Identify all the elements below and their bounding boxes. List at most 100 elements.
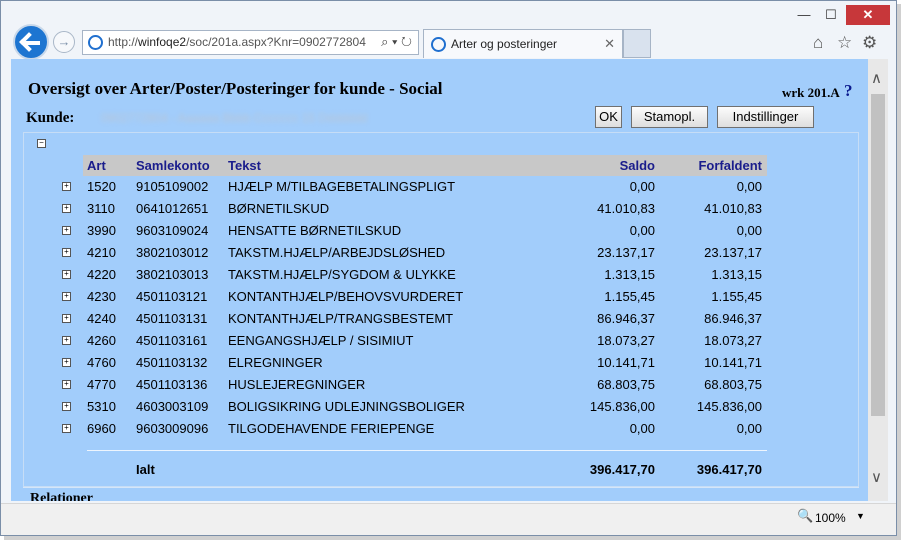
total-label: Ialt (136, 462, 155, 477)
browser-titlebar: — ☐ ✕ → http://winfoqe2/soc/201a.aspx?Kn… (1, 1, 896, 61)
cell-art: 4210 (87, 245, 116, 260)
ok-button[interactable]: OK (595, 106, 622, 128)
expand-icon[interactable]: + (62, 248, 71, 257)
stamopl-button[interactable]: Stamopl. (631, 106, 708, 128)
cell-saldo: 0,00 (629, 179, 655, 194)
total-forfaldent: 396.417,70 (696, 462, 762, 477)
expand-icon[interactable]: + (62, 182, 71, 191)
page-title: Oversigt over Arter/Poster/Posteringer f… (28, 79, 443, 98)
home-icon[interactable]: ⌂ (813, 33, 823, 53)
table-row[interactable]: + 4240 4501103131 KONTANTHJÆLP/TRANGSBES… (11, 308, 868, 330)
expand-icon[interactable]: + (62, 204, 71, 213)
cell-tekst: BØRNETILSKUD (228, 201, 330, 216)
total-divider (87, 450, 767, 451)
table-row[interactable]: + 4220 3802103013 TAKSTM.HJÆLP/SYGDOM & … (11, 264, 868, 286)
table-row[interactable]: + 4760 4501103132 ELREGNINGER 10.141,71 … (11, 352, 868, 374)
table-row[interactable]: + 3110 0641012651 BØRNETILSKUD 41.010,83… (11, 198, 868, 220)
expand-icon[interactable]: + (62, 292, 71, 301)
kunde-value: 0902772804 - Aaaaaa Bbbb Ccccccc 15 Dddd… (101, 111, 368, 125)
expand-icon[interactable]: + (62, 336, 71, 345)
cell-samlekonto: 3802103012 (136, 245, 209, 260)
expand-icon[interactable]: + (62, 358, 71, 367)
cell-tekst: TILGODEHAVENDE FERIEPENGE (228, 421, 435, 436)
table-row[interactable]: + 6960 9603009096 TILGODEHAVENDE FERIEPE… (11, 418, 868, 440)
cell-tekst: HUSLEJEREGNINGER (228, 377, 366, 392)
cell-forfaldent: 145.836,00 (696, 399, 762, 414)
table-row[interactable]: + 3990 9603109024 HENSATTE BØRNETILSKUD … (11, 220, 868, 242)
table-row[interactable]: + 1520 9105109002 HJÆLP M/TILBAGEBETALIN… (11, 176, 868, 198)
zoom-level[interactable]: 100% (815, 511, 846, 525)
header-tekst: Tekst (228, 158, 261, 173)
cell-forfaldent: 18.073,27 (704, 333, 762, 348)
cell-samlekonto: 4501103121 (136, 289, 208, 304)
new-tab-button[interactable] (623, 29, 651, 58)
kunde-label: Kunde: (26, 110, 75, 126)
table-row[interactable]: + 5310 4603003109 BOLIGSIKRING UDLEJNING… (11, 396, 868, 418)
tab-close-icon[interactable]: ✕ (604, 36, 615, 52)
gear-icon[interactable]: ⚙ (862, 33, 877, 53)
cell-art: 3110 (87, 201, 115, 216)
browser-window: — ☐ ✕ → http://winfoqe2/soc/201a.aspx?Kn… (0, 0, 897, 536)
header-samlekonto: Samlekonto (136, 158, 210, 173)
cell-forfaldent: 0,00 (736, 223, 762, 238)
scroll-down-icon[interactable]: ∨ (871, 468, 882, 486)
scroll-thumb[interactable] (871, 94, 885, 416)
expand-icon[interactable]: + (62, 402, 71, 411)
scroll-up-icon[interactable]: ∧ (871, 69, 882, 87)
close-window-button[interactable]: ✕ (846, 5, 890, 25)
expand-icon[interactable]: + (62, 226, 71, 235)
cell-forfaldent: 23.137,17 (704, 245, 762, 260)
help-link[interactable]: ? (844, 81, 853, 101)
cell-art: 5310 (87, 399, 116, 414)
cell-saldo: 41.010,83 (597, 201, 655, 216)
cell-samlekonto: 4501103131 (136, 311, 208, 326)
expand-icon[interactable]: + (62, 380, 71, 389)
indstillinger-button[interactable]: Indstillinger (717, 106, 814, 128)
tab-arter-og-posteringer[interactable]: Arter og posteringer ✕ (423, 29, 623, 58)
table-row[interactable]: + 4230 4501103121 KONTANTHJÆLP/BEHOVSVUR… (11, 286, 868, 308)
address-url[interactable]: http://winfoqe2/soc/201a.aspx?Knr=090277… (108, 35, 366, 49)
maximize-button[interactable]: ☐ (818, 5, 844, 25)
address-bar[interactable]: http://winfoqe2/soc/201a.aspx?Knr=090277… (82, 30, 419, 55)
cell-tekst: EENGANGSHJÆLP / SISIMIUT (228, 333, 414, 348)
cell-tekst: HENSATTE BØRNETILSKUD (228, 223, 402, 238)
cell-saldo: 0,00 (629, 223, 655, 238)
expand-icon[interactable]: + (62, 424, 71, 433)
cell-tekst: HJÆLP M/TILBAGEBETALINGSPLIGT (228, 179, 456, 194)
ie-tab-icon (431, 37, 446, 52)
zoom-dropdown-icon[interactable]: ▼ (856, 511, 865, 521)
expand-icon[interactable]: + (62, 314, 71, 323)
table-row[interactable]: + 4210 3802103012 TAKSTM.HJÆLP/ARBEJDSLØ… (11, 242, 868, 264)
table-row[interactable]: + 4260 4501103161 EENGANGSHJÆLP / SISIMI… (11, 330, 868, 352)
screen-code: wrk 201.A (782, 85, 840, 100)
cell-forfaldent: 68.803,75 (704, 377, 762, 392)
header-art: Art (87, 158, 106, 173)
minimize-button[interactable]: — (791, 5, 817, 25)
cell-samlekonto: 4501103136 (136, 377, 208, 392)
vertical-scrollbar[interactable]: ∧ ∨ (868, 59, 888, 501)
cell-saldo: 1.313,15 (604, 267, 655, 282)
cell-forfaldent: 10.141,71 (704, 355, 762, 370)
cell-saldo: 1.155,45 (604, 289, 655, 304)
cell-tekst: TAKSTM.HJÆLP/ARBEJDSLØSHED (228, 245, 446, 260)
table-row[interactable]: + 4770 4501103136 HUSLEJEREGNINGER 68.80… (11, 374, 868, 396)
cell-art: 4240 (87, 311, 116, 326)
cell-forfaldent: 41.010,83 (704, 201, 762, 216)
zoom-icon[interactable]: 🔍 (797, 508, 813, 524)
cell-art: 4220 (87, 267, 116, 282)
cell-samlekonto: 4603003109 (136, 399, 209, 414)
back-button[interactable] (13, 24, 49, 60)
cell-samlekonto: 3802103013 (136, 267, 209, 282)
cell-art: 6960 (87, 421, 116, 436)
expand-icon[interactable]: + (62, 270, 71, 279)
address-controls[interactable]: ⌕ ▾ ↻ (381, 34, 412, 50)
cell-samlekonto: 0641012651 (136, 201, 209, 216)
cell-tekst: KONTANTHJÆLP/BEHOVSVURDERET (228, 289, 464, 304)
cell-tekst: BOLIGSIKRING UDLEJNINGSBOLIGER (228, 399, 465, 414)
cell-art: 3990 (87, 223, 116, 238)
cell-samlekonto: 4501103132 (136, 355, 208, 370)
forward-button[interactable]: → (53, 31, 75, 53)
cell-forfaldent: 0,00 (736, 179, 762, 194)
collapse-icon[interactable]: − (37, 139, 46, 148)
favorites-icon[interactable]: ☆ (837, 33, 852, 53)
